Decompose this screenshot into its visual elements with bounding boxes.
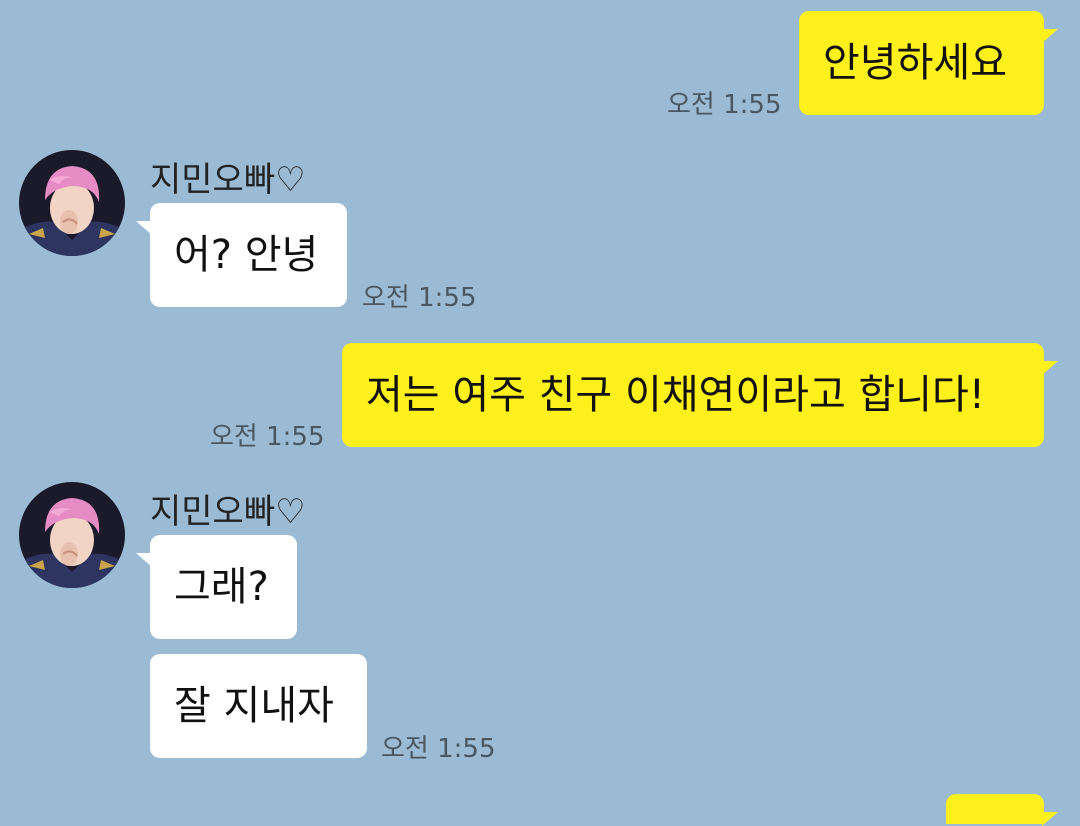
message-time: 오전 1:55 bbox=[381, 734, 496, 764]
my-message-bubble[interactable] bbox=[946, 794, 1058, 826]
my-message-bubble[interactable]: 안녕하세요 bbox=[799, 11, 1058, 115]
sender-name: 지민오빠♡ bbox=[150, 492, 306, 532]
friend-message-bubble[interactable]: 어? 안녕 bbox=[136, 203, 347, 307]
message-time: 오전 1:55 bbox=[210, 422, 325, 452]
friend-message-bubble[interactable]: 그래? bbox=[136, 535, 297, 639]
friend-message-bubble[interactable]: 잘 지내자 bbox=[150, 654, 367, 758]
message-time: 오전 1:55 bbox=[362, 283, 477, 313]
friend-avatar-icon[interactable] bbox=[19, 150, 125, 256]
my-message-bubble[interactable]: 저는 여주 친구 이채연이라고 합니다! bbox=[342, 343, 1058, 447]
sender-name: 지민오빠♡ bbox=[150, 160, 306, 200]
chat-area: 안녕하세요 오전 1:55 지민오빠♡ 어? 안녕 오전 1:55 저는 여주 … bbox=[0, 0, 1080, 826]
message-time: 오전 1:55 bbox=[667, 90, 782, 120]
friend-avatar-icon[interactable] bbox=[19, 482, 125, 588]
